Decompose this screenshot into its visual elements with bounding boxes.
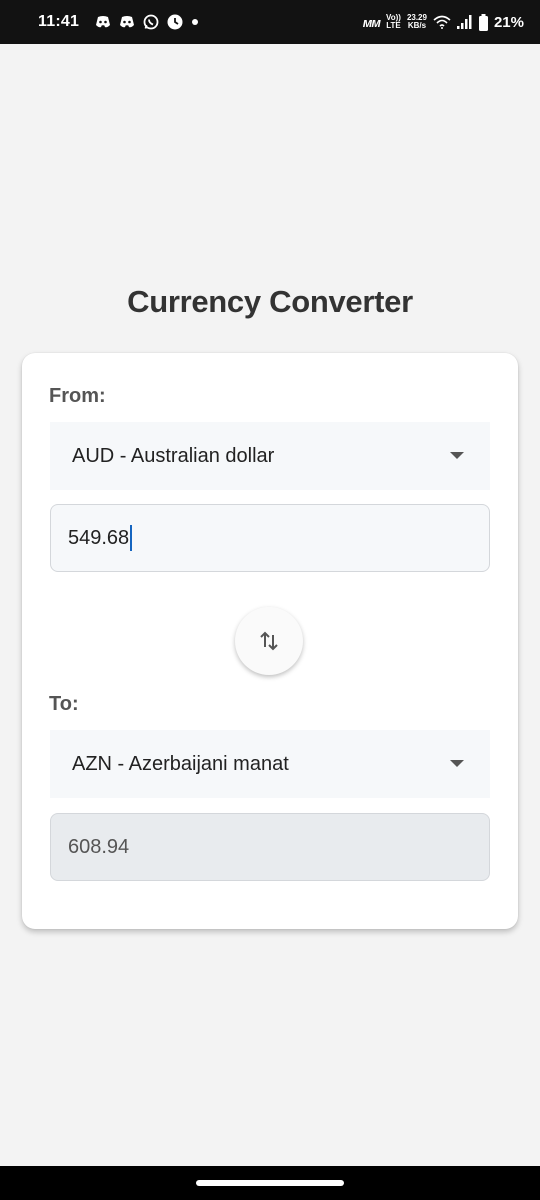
wifi-icon	[433, 15, 451, 29]
volte-indicator: Vo)) LTE	[385, 13, 401, 30]
status-time: 11:41	[38, 13, 80, 30]
page-title: Currency Converter	[127, 284, 413, 319]
network-speed: 23.29 KB/s	[406, 13, 427, 30]
converted-amount-value: 608.94	[68, 835, 130, 858]
amount-input[interactable]: 549.68	[50, 504, 490, 572]
to-currency-value: AZN - Azerbaijani manat	[72, 752, 289, 775]
notification-icons	[95, 14, 199, 30]
swap-vertical-icon	[260, 631, 278, 651]
signal-icon	[456, 15, 472, 29]
text-cursor	[130, 525, 133, 551]
converted-amount-field: 608.94	[50, 813, 490, 881]
to-label: To:	[49, 693, 79, 715]
dot-icon	[192, 19, 199, 25]
whatsapp-icon	[143, 14, 159, 30]
battery-icon	[478, 13, 488, 31]
discord-icon	[120, 16, 135, 28]
from-currency-value: AUD - Australian dollar	[72, 444, 275, 467]
home-gesture-handle[interactable]	[196, 1180, 344, 1186]
chevron-down-icon	[450, 760, 464, 767]
to-currency-select[interactable]: AZN - Azerbaijani manat	[50, 730, 490, 798]
status-right: ᴍᴍ Vo)) LTE 23.29 KB/s 21%	[362, 13, 524, 31]
battery-level: 21%	[493, 13, 524, 31]
navigation-bar	[0, 1166, 540, 1200]
amount-input-value: 549.68	[68, 526, 130, 549]
discord-icon	[96, 16, 111, 28]
from-currency-select[interactable]: AUD - Australian dollar	[50, 422, 490, 490]
carrier-icon: ᴍᴍ	[362, 14, 381, 30]
converter-card: From: AUD - Australian dollar 549.68 To:…	[22, 353, 518, 929]
from-label: From:	[49, 385, 106, 407]
swap-button[interactable]	[235, 607, 303, 675]
status-bar: 11:41 ᴍᴍ Vo)) LTE 23.29 KB/s 21%	[0, 0, 540, 44]
chevron-down-icon	[450, 452, 464, 459]
timer-app-icon	[167, 14, 183, 30]
